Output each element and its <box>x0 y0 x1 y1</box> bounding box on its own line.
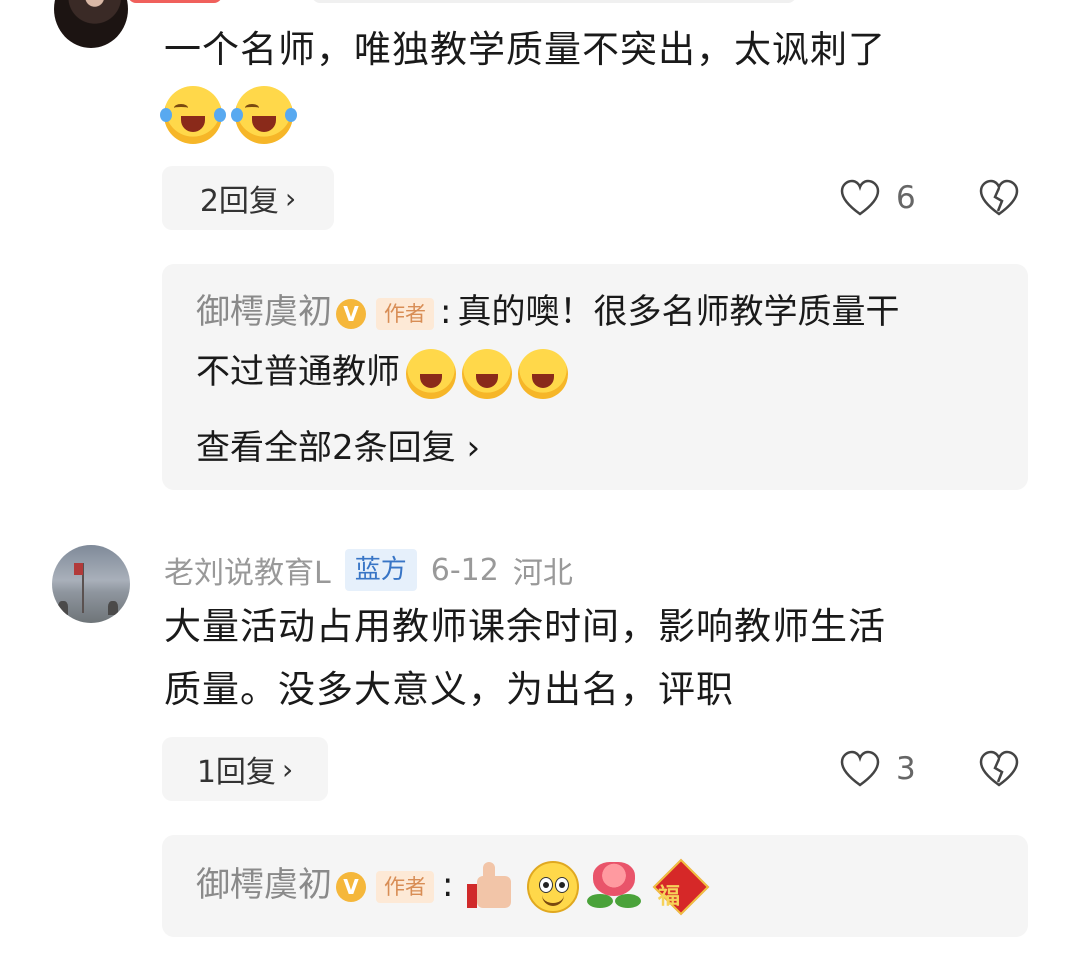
sub-reply-author[interactable]: 御樗虞初 <box>196 865 332 905</box>
sub-reply-line: 御樗虞初 V 作者: 福 <box>196 855 710 915</box>
chevron-right-icon: › <box>281 752 294 786</box>
comment-author[interactable]: 老刘说教育L <box>164 548 331 592</box>
avatar[interactable] <box>54 0 128 48</box>
author-tag: 作者 <box>376 297 434 330</box>
replies-button[interactable]: 2回复 › <box>162 166 334 230</box>
verified-v-badge-icon: V <box>336 871 366 902</box>
sub-reply-text-line1: 真的噢！很多名师教学质量干 <box>457 292 900 332</box>
tears-of-joy-emoji-icon <box>160 86 226 144</box>
fu-character: 福 <box>658 884 681 910</box>
side-tag-badge: 蓝方 <box>344 549 417 591</box>
sub-reply-text-line2: 不过普通教师 <box>196 352 400 392</box>
verified-v-badge-icon: V <box>336 298 366 329</box>
chevron-right-icon: › <box>466 428 481 468</box>
comment-text: 一个名师，唯独教学质量不突出，太讽刺了 <box>164 28 886 71</box>
tears-of-joy-emoji-icon <box>231 86 298 144</box>
comment-emojis <box>160 86 301 144</box>
dislike-broken-heart-icon[interactable] <box>979 750 1019 790</box>
tears-of-joy-emoji-icon <box>462 348 512 399</box>
tears-of-joy-emoji-icon <box>406 348 456 399</box>
comment-text-line1: 大量活动占用教师课余时间，影响教师生活 <box>164 605 886 648</box>
dislike-broken-heart-icon[interactable] <box>979 179 1019 219</box>
sub-reply-author[interactable]: 御樗虞初 <box>196 292 332 332</box>
rose-emoji-icon <box>587 860 642 914</box>
replies-button-label: 1回复 <box>196 755 276 790</box>
colon: : <box>442 865 454 905</box>
fu-blessing-emoji-icon: 福 <box>653 858 710 915</box>
comment-text-line2: 质量。没多大意义，为出名，评职 <box>164 668 734 711</box>
like-heart-icon[interactable] <box>840 750 880 790</box>
smiling-face-emoji-icon <box>527 860 580 913</box>
tears-of-joy-emoji-icon <box>518 348 568 399</box>
chevron-right-icon: › <box>284 181 297 215</box>
replies-button-label: 2回复 <box>199 184 279 219</box>
comment-date: 6-12 <box>430 552 499 588</box>
top-red-tag-partial <box>128 0 222 3</box>
replies-button[interactable]: 1回复 › <box>162 737 328 801</box>
sub-reply-line: 不过普通教师 <box>196 342 568 402</box>
colon: : <box>440 292 452 332</box>
thumbs-up-emoji-icon <box>467 861 517 912</box>
top-grey-box-partial <box>312 0 796 3</box>
comment-location: 河北 <box>512 556 573 591</box>
like-heart-icon[interactable] <box>840 179 880 219</box>
sub-reply-line: 御樗虞初 V 作者: 真的噢！很多名师教学质量干 <box>196 282 899 342</box>
like-count: 3 <box>896 751 916 787</box>
view-all-replies-label: 查看全部2条回复 <box>196 428 456 468</box>
like-count: 6 <box>896 180 916 216</box>
avatar[interactable] <box>52 545 130 623</box>
view-all-replies-link[interactable]: 查看全部2条回复 › <box>196 420 480 469</box>
author-tag: 作者 <box>376 870 434 903</box>
comment-meta: 老刘说教育L 蓝方 6-12 河北 <box>164 548 573 592</box>
